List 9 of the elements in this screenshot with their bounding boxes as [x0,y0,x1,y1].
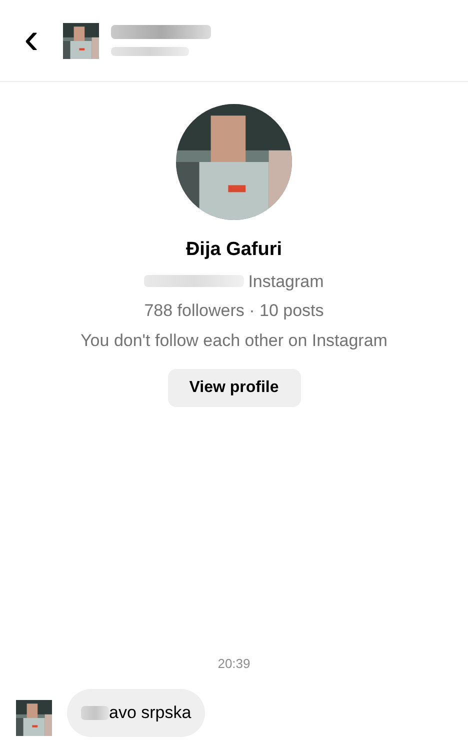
profile-name: Đija Gafuri [186,238,282,262]
message-time: 20:39 [218,654,250,672]
profile-source: Instagram [248,270,324,292]
view-profile-button[interactable]: View profile [168,369,300,407]
message-text: avo srpska [109,702,192,724]
blurred-text [81,706,109,720]
back-button[interactable]: ‹ [24,16,39,60]
profile-stats: 788 followers · 10 posts [144,300,324,322]
follow-status: You don't follow each other on Instagram [80,330,388,352]
